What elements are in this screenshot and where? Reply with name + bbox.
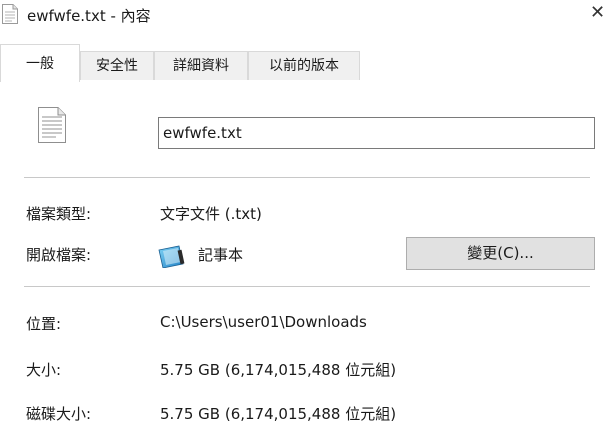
size-on-disk-label: 磁碟大小: bbox=[26, 405, 92, 423]
size-on-disk-value: 5.75 GB (6,174,015,488 位元組) bbox=[160, 405, 397, 423]
general-panel: ewfwfe.txt 檔案類型: 文字文件 (.txt) 開啟檔案: 記事本 變… bbox=[0, 81, 604, 430]
change-button[interactable]: 變更(C)... bbox=[406, 237, 595, 270]
divider bbox=[24, 286, 590, 287]
text-file-icon bbox=[2, 4, 18, 28]
file-type-value: 文字文件 (.txt) bbox=[160, 205, 262, 223]
location-value: C:\Users\user01\Downloads bbox=[160, 313, 367, 331]
size-value: 5.75 GB (6,174,015,488 位元組) bbox=[160, 361, 397, 379]
window-title: ewfwfe.txt - 內容 bbox=[27, 7, 151, 25]
size-label: 大小: bbox=[26, 361, 62, 379]
file-name-field[interactable]: ewfwfe.txt bbox=[158, 117, 595, 149]
tab-security[interactable]: 安全性 bbox=[80, 51, 154, 80]
opens-with-app: 記事本 bbox=[198, 246, 244, 264]
location-label: 位置: bbox=[26, 315, 62, 333]
text-file-icon bbox=[38, 107, 66, 147]
notepad-icon bbox=[157, 244, 187, 272]
tab-previous-versions[interactable]: 以前的版本 bbox=[248, 51, 360, 80]
tab-strip: 一般 安全性 詳細資料 以前的版本 bbox=[0, 44, 604, 82]
title-bar: ewfwfe.txt - 內容 ✕ bbox=[0, 0, 604, 30]
file-type-label: 檔案類型: bbox=[26, 205, 92, 223]
divider bbox=[24, 177, 590, 178]
close-button[interactable]: ✕ bbox=[590, 0, 604, 30]
tab-general[interactable]: 一般 bbox=[0, 44, 80, 82]
opens-with-label: 開啟檔案: bbox=[26, 246, 92, 264]
tab-details[interactable]: 詳細資料 bbox=[154, 51, 248, 80]
